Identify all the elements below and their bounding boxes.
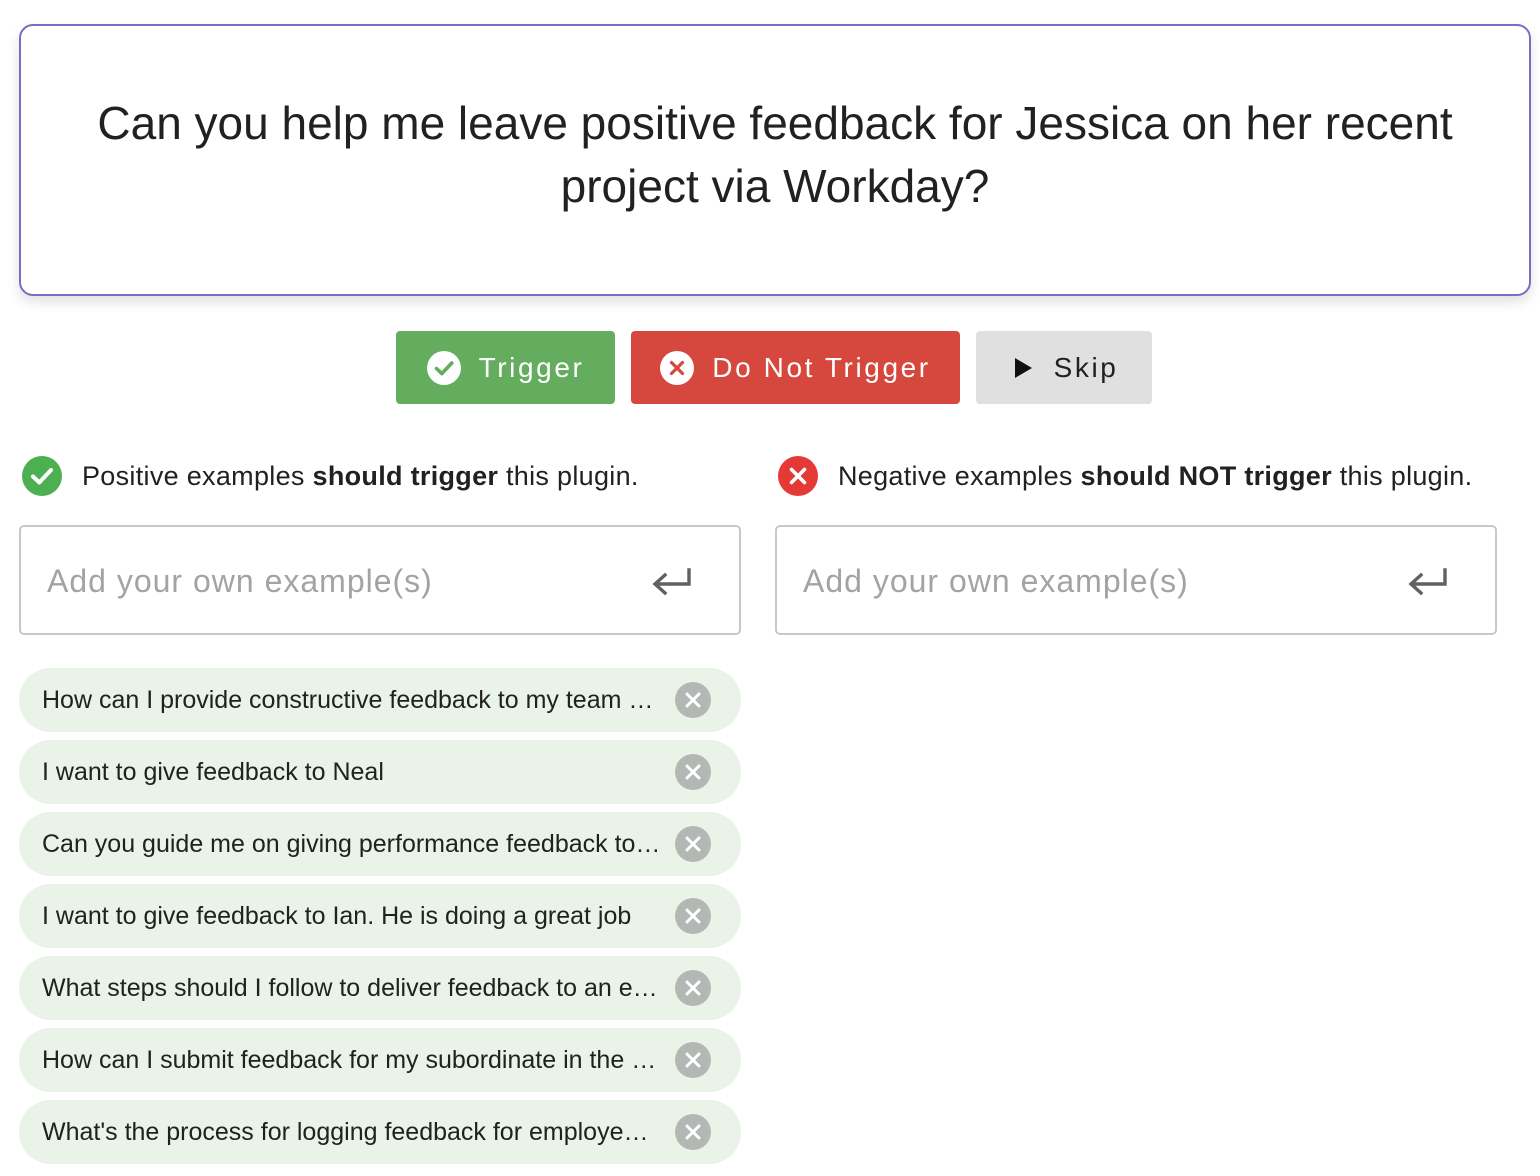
enter-return-icon[interactable] [1407,565,1449,597]
positive-example-chip: I want to give feedback to Ian. He is do… [19,884,741,948]
positive-example-text: I want to give feedback to Ian. He is do… [42,902,632,930]
x-circle-icon [778,456,818,496]
remove-circle-icon[interactable] [675,970,711,1006]
negative-header-bold: should NOT trigger [1080,460,1332,491]
positive-example-text: What's the process for logging feedback … [42,1118,662,1146]
prompt-card: Can you help me leave positive feedback … [19,24,1531,296]
do-not-trigger-button-label: Do Not Trigger [712,351,931,383]
do-not-trigger-button[interactable]: Do Not Trigger [631,331,960,404]
plugin-trigger-labeling-page: Can you help me leave positive feedback … [0,0,1540,1176]
trigger-button-label: Trigger [478,351,585,383]
negative-header-prefix: Negative examples [838,460,1081,491]
remove-circle-icon[interactable] [675,1042,711,1078]
play-icon [1010,355,1036,381]
negative-example-input-box [775,525,1497,635]
positive-example-text: Can you guide me on giving performance f… [42,830,662,858]
positive-header-bold: should trigger [312,460,499,491]
positive-header-prefix: Positive examples [82,460,313,491]
positive-example-chip: What's the process for logging feedback … [19,1100,741,1164]
positive-examples-list: How can I provide constructive feedback … [19,668,741,1172]
positive-example-text: How can I provide constructive feedback … [42,686,662,714]
remove-circle-icon[interactable] [675,682,711,718]
positive-example-chip: How can I provide constructive feedback … [19,668,741,732]
positive-example-chip: What steps should I follow to deliver fe… [19,956,741,1020]
negative-examples-header: Negative examples should NOT trigger thi… [778,455,1472,497]
x-circle-icon [660,350,695,385]
remove-circle-icon[interactable] [675,826,711,862]
positive-example-chip: I want to give feedback to Neal [19,740,741,804]
positive-header-suffix: this plugin. [498,460,639,491]
negative-header-suffix: this plugin. [1331,460,1473,491]
positive-example-text: What steps should I follow to deliver fe… [42,974,662,1002]
negative-example-input[interactable] [803,555,1383,607]
remove-circle-icon[interactable] [675,1114,711,1150]
positive-examples-header: Positive examples should trigger this pl… [22,455,639,497]
remove-circle-icon[interactable] [675,754,711,790]
skip-button-label: Skip [1053,351,1119,383]
trigger-button[interactable]: Trigger [396,331,615,404]
positive-example-text: How can I submit feedback for my subordi… [42,1046,662,1074]
prompt-text: Can you help me leave positive feedback … [97,97,1453,212]
enter-return-icon[interactable] [651,565,693,597]
positive-example-input-box [19,525,741,635]
positive-example-input[interactable] [47,555,627,607]
action-bar: Trigger Do Not Trigger Skip [0,331,1540,404]
remove-circle-icon[interactable] [675,898,711,934]
check-circle-icon [426,350,461,385]
positive-example-chip: Can you guide me on giving performance f… [19,812,741,876]
check-circle-icon [22,456,62,496]
positive-example-chip: How can I submit feedback for my subordi… [19,1028,741,1092]
skip-button[interactable]: Skip [976,331,1152,404]
positive-example-text: I want to give feedback to Neal [42,758,384,786]
